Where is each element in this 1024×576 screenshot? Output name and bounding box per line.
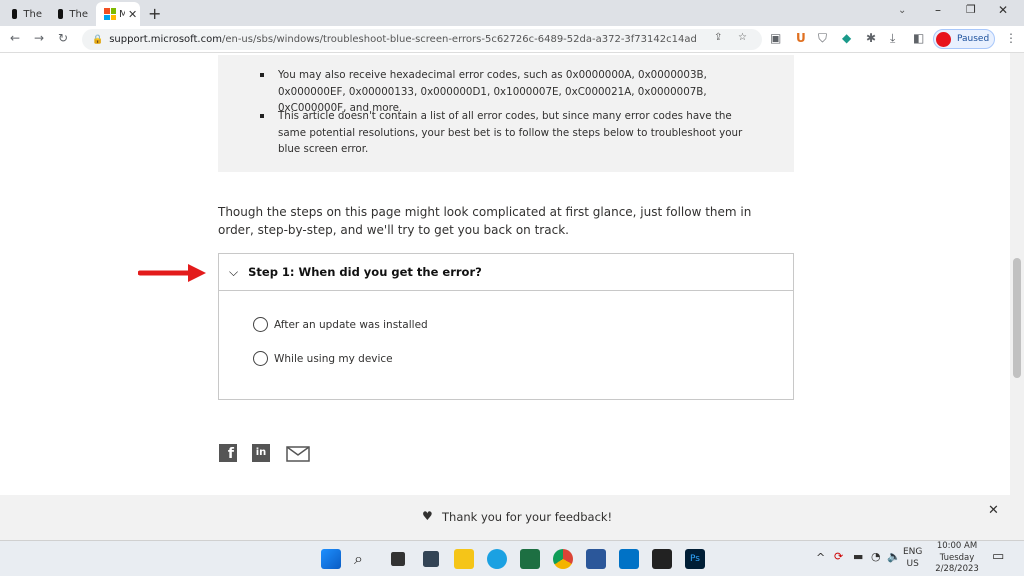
restore-button[interactable]: ❐ — [966, 3, 976, 16]
back-icon[interactable]: ← — [10, 31, 20, 45]
language-indicator[interactable]: ENG US — [903, 546, 922, 570]
tab-active[interactable]: Microsoft Support✕ — [96, 2, 140, 26]
option-while-using[interactable]: While using my device — [253, 351, 393, 366]
address-toolbar: ← → ↻ 🔒 support.microsoft.com/en-us/sbs/… — [0, 26, 1024, 53]
radio-button[interactable] — [253, 317, 268, 332]
file-explorer-icon[interactable] — [454, 549, 474, 569]
menu-icon[interactable]: ⋮ — [1005, 31, 1017, 45]
minimize-button[interactable]: – — [935, 3, 941, 17]
chrome-icon[interactable] — [553, 549, 573, 569]
puzzle-icon[interactable]: ✱ — [866, 31, 876, 45]
download-icon[interactable]: ⤓ — [890, 31, 895, 46]
intro-paragraph: Though the steps on this page might look… — [218, 205, 752, 237]
red-arrow-annotation — [138, 264, 206, 282]
linkedin-icon[interactable]: in — [252, 444, 270, 462]
tab-1[interactable]: The — [4, 2, 50, 26]
photoshop-icon[interactable]: Ps — [685, 549, 705, 569]
battery-icon[interactable]: ▬ — [853, 550, 863, 563]
bookmark-star-icon[interactable]: ☆ — [738, 32, 747, 43]
network-alert-icon[interactable]: ⟳ — [834, 550, 843, 563]
widgets-icon[interactable] — [423, 551, 439, 567]
side-panel-icon[interactable]: ◧ — [913, 31, 924, 45]
close-window-button[interactable]: ✕ — [998, 3, 1008, 17]
facebook-icon[interactable]: f — [219, 444, 237, 462]
feedback-banner: ♥ Thank you for your feedback! ✕ — [0, 495, 1010, 540]
tab-bar: The The Microsoft Support✕ + ⌄ – ❐ ✕ — [0, 0, 1024, 26]
extension-teal-icon[interactable]: ◆ — [842, 31, 851, 45]
scrollbar[interactable] — [1010, 53, 1024, 540]
url-bar[interactable]: 🔒 support.microsoft.com/en-us/sbs/window… — [82, 29, 762, 50]
close-tab-icon[interactable]: ✕ — [128, 8, 137, 21]
lock-icon: 🔒 — [92, 34, 104, 45]
wifi-icon[interactable]: ◔ — [871, 550, 881, 563]
profile-button[interactable]: Paused — [933, 29, 995, 49]
email-icon[interactable] — [286, 446, 310, 462]
volume-icon[interactable]: 🔈 — [887, 550, 901, 563]
medium-icon — [12, 9, 18, 19]
outlook-icon[interactable] — [619, 549, 639, 569]
notification-icon[interactable]: ▭ — [992, 549, 1004, 564]
close-icon[interactable]: ✕ — [988, 503, 999, 518]
step-1-header[interactable]: ⌵ Step 1: When did you get the error? — [219, 254, 793, 291]
edge-icon[interactable] — [487, 549, 507, 569]
tab-title: Microsoft Support — [119, 8, 125, 20]
search-icon[interactable]: ⌕ — [354, 549, 374, 569]
microsoft-icon — [104, 8, 116, 20]
bullet-article-note: This article doesn't contain a list of a… — [260, 108, 748, 158]
new-tab-button[interactable]: + — [148, 4, 161, 23]
chevron-down-icon: ⌵ — [229, 264, 239, 279]
share-icon[interactable]: ⇪ — [714, 32, 722, 43]
option-after-update[interactable]: After an update was installed — [253, 317, 428, 332]
scrollbar-thumb[interactable] — [1013, 258, 1021, 378]
extension-icon[interactable]: ▣ — [770, 31, 781, 45]
step-1-accordion: ⌵ Step 1: When did you get the error? Aft… — [218, 253, 794, 400]
shield-extension-icon[interactable]: ⛉ — [818, 31, 827, 46]
chevron-up-icon[interactable]: ^ — [816, 551, 825, 564]
error-codes-note: You may also receive hexadecimal error c… — [218, 55, 794, 172]
tab-2[interactable]: The — [50, 2, 96, 26]
tab-search-icon[interactable]: ⌄ — [898, 5, 906, 16]
taskbar: ⌕ Ps ^ ⟳ ▬ ◔ 🔈 ENG US 10:00 AM Tuesday 2/28… — [0, 540, 1024, 576]
excel-icon[interactable] — [520, 549, 540, 569]
task-view-icon[interactable] — [391, 552, 405, 566]
ublock-extension-icon[interactable]: U — [796, 31, 806, 45]
start-icon[interactable] — [321, 549, 341, 569]
radio-button[interactable] — [253, 351, 268, 366]
avatar — [936, 31, 951, 47]
sticky-notes-icon[interactable] — [652, 549, 672, 569]
clock[interactable]: 10:00 AM Tuesday 2/28/2023 — [932, 541, 982, 576]
word-icon[interactable] — [586, 549, 606, 569]
heart-icon: ♥ — [422, 509, 433, 523]
reload-icon[interactable]: ↻ — [58, 31, 68, 45]
forward-icon[interactable]: → — [34, 31, 44, 45]
medium-icon — [58, 9, 64, 19]
